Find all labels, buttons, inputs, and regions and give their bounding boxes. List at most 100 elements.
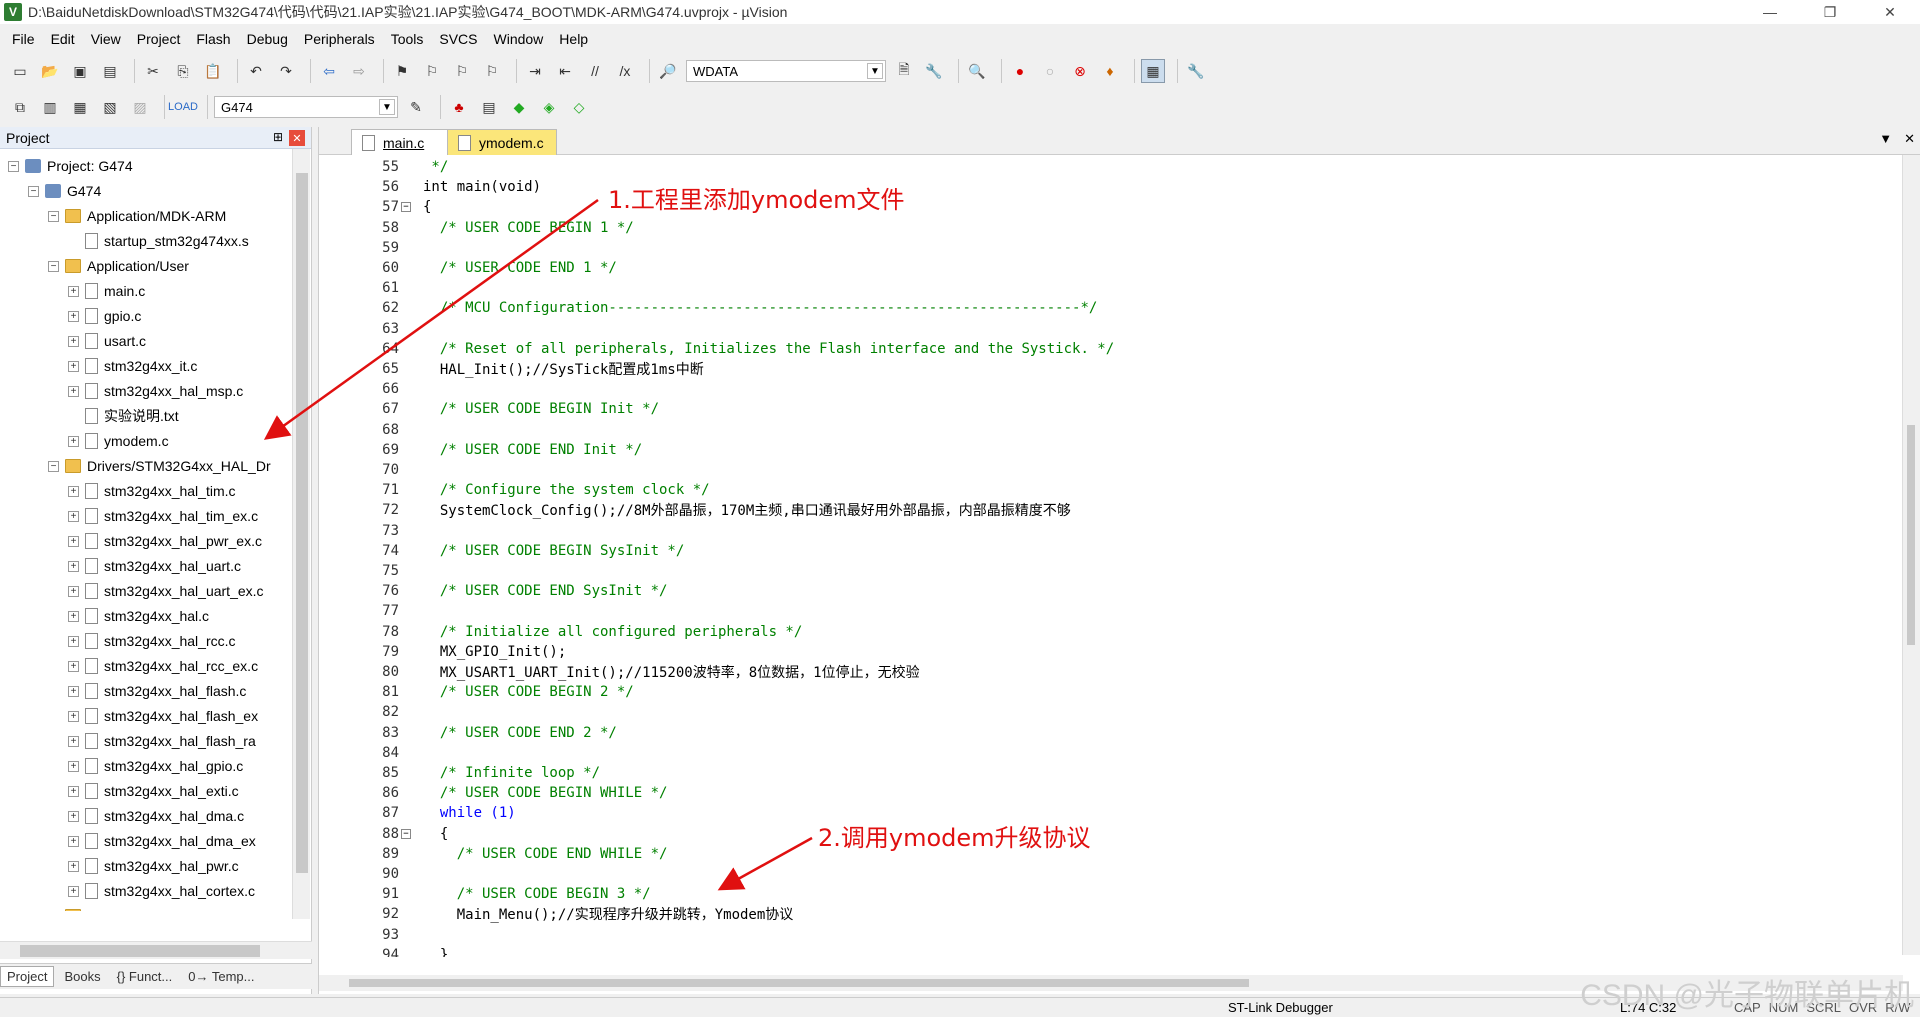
pin-icon[interactable]: ⊞ — [273, 130, 283, 144]
tab-books[interactable]: Books — [58, 967, 106, 986]
expand-icon[interactable]: + — [68, 435, 79, 447]
wrench-icon[interactable]: 🔧 — [1184, 59, 1208, 83]
tree-item[interactable]: + stm32g4xx_hal_uart_ex.c — [68, 580, 264, 602]
expand-icon[interactable]: + — [68, 860, 79, 872]
code-area[interactable]: 55 */56 int main(void) 57−{58 /* USER CODE… — [319, 157, 1920, 957]
pack-installer-icon[interactable]: ◆ — [507, 95, 531, 119]
tree-horizontal-scrollbar[interactable] — [0, 941, 312, 959]
menu-window[interactable]: Window — [488, 31, 554, 47]
expand-icon[interactable]: + — [68, 660, 79, 672]
bookmark-icon[interactable]: ⚑ — [390, 59, 414, 83]
expand-icon[interactable]: + — [68, 810, 79, 822]
tree-item[interactable]: − Drivers/CMSIS — [48, 905, 180, 911]
nav-back-icon[interactable]: ⇦ — [317, 59, 341, 83]
code-line[interactable]: 78 /* Initialize all configured peripher… — [319, 622, 1899, 642]
expand-icon[interactable]: + — [68, 535, 79, 547]
clear-bookmarks-icon[interactable]: ⚐ — [480, 59, 504, 83]
code-line[interactable]: 71 /* Configure the system clock */ — [319, 480, 1899, 500]
tree-item[interactable]: − Application/MDK-ARM — [48, 205, 226, 227]
new-file-icon[interactable]: ▭ — [8, 59, 32, 83]
expand-icon[interactable]: + — [68, 360, 79, 372]
close-window-button[interactable]: ✕ — [1860, 0, 1920, 24]
expand-icon[interactable]: + — [68, 560, 79, 572]
tree-item[interactable]: + ymodem.c — [68, 430, 169, 452]
tree-item[interactable]: + stm32g4xx_hal_flash_ra — [68, 730, 256, 752]
file-extensions-icon[interactable]: ▤ — [477, 95, 501, 119]
restore-button[interactable]: ❐ — [1800, 0, 1860, 24]
menu-edit[interactable]: Edit — [45, 31, 85, 47]
close-panel-icon[interactable]: ✕ — [289, 130, 305, 146]
find-icon[interactable]: 🔧 — [922, 59, 946, 83]
build-icon[interactable]: ▥ — [38, 95, 62, 119]
menu-help[interactable]: Help — [553, 31, 598, 47]
code-line[interactable]: 64 /* Reset of all peripherals, Initiali… — [319, 339, 1899, 359]
tab-functions[interactable]: {} Funct... — [111, 967, 179, 986]
code-line[interactable]: 73 — [319, 521, 1899, 541]
redo-icon[interactable]: ↷ — [274, 59, 298, 83]
tree-item[interactable]: + stm32g4xx_hal_flash.c — [68, 680, 246, 702]
code-line[interactable]: 62 /* MCU Configuration-----------------… — [319, 298, 1899, 318]
collapse-icon[interactable]: − — [28, 185, 39, 197]
code-line[interactable]: 91 /* USER CODE BEGIN 3 */ — [319, 884, 1899, 904]
code-line[interactable]: 66 — [319, 379, 1899, 399]
collapse-icon[interactable]: − — [48, 910, 59, 911]
expand-icon[interactable]: + — [68, 385, 79, 397]
collapse-icon[interactable]: − — [48, 210, 59, 222]
find-in-files-icon[interactable]: 🔎 — [656, 59, 680, 83]
menu-file[interactable]: File — [6, 31, 45, 47]
code-line[interactable]: 65 HAL_Init();//SysTick配置成1ms中断 — [319, 359, 1899, 379]
tree-item[interactable]: + stm32g4xx_hal_dma_ex — [68, 830, 256, 852]
expand-icon[interactable]: + — [68, 760, 79, 772]
next-bookmark-icon[interactable]: ⚐ — [450, 59, 474, 83]
editor-vertical-scrollbar[interactable] — [1902, 155, 1920, 955]
code-line[interactable]: 61 — [319, 278, 1899, 298]
tree-vertical-scrollbar[interactable] — [292, 149, 310, 919]
code-line[interactable]: 80 MX_USART1_UART_Init();//115200波特率，8位数… — [319, 662, 1899, 682]
cut-icon[interactable]: ✂ — [141, 59, 165, 83]
code-line[interactable]: 55 */ — [319, 157, 1899, 177]
expand-icon[interactable]: + — [68, 585, 79, 597]
tree-item[interactable]: + stm32g4xx_hal_dma.c — [68, 805, 244, 827]
indent-icon[interactable]: ⇥ — [523, 59, 547, 83]
code-line[interactable]: 63 — [319, 319, 1899, 339]
tree-item[interactable]: + main.c — [68, 280, 145, 302]
stop-build-icon[interactable]: ▨ — [128, 95, 152, 119]
expand-icon[interactable]: + — [68, 285, 79, 297]
code-line[interactable]: 57− { — [319, 197, 1899, 217]
tree-item[interactable]: − Project: G474 — [8, 155, 133, 177]
tree-item[interactable]: startup_stm32g474xx.s — [68, 230, 249, 252]
code-line[interactable]: 70 — [319, 460, 1899, 480]
expand-icon[interactable]: + — [68, 635, 79, 647]
expand-icon[interactable]: + — [68, 485, 79, 497]
code-line[interactable]: 89 /* USER CODE END WHILE */ — [319, 844, 1899, 864]
uncomment-icon[interactable]: /x — [613, 59, 637, 83]
close-tab-icon[interactable]: ✕ — [1904, 131, 1915, 147]
disable-breakpoint-icon[interactable]: ○ — [1038, 59, 1062, 83]
expand-icon[interactable]: + — [68, 835, 79, 847]
tab-project[interactable]: Project — [0, 966, 55, 987]
tree-item[interactable]: + stm32g4xx_hal_pwr_ex.c — [68, 530, 262, 552]
menu-project[interactable]: Project — [131, 31, 191, 47]
tree-item[interactable]: + stm32g4xx_hal_msp.c — [68, 380, 243, 402]
fold-icon[interactable]: − — [401, 828, 411, 839]
collapse-icon[interactable]: − — [8, 160, 19, 172]
code-line[interactable]: 67 /* USER CODE BEGIN Init */ — [319, 399, 1899, 419]
tree-item[interactable]: + stm32g4xx_hal_rcc_ex.c — [68, 655, 258, 677]
code-line[interactable]: 77 — [319, 601, 1899, 621]
configure-icon[interactable]: ♦ — [1098, 59, 1122, 83]
tree-item[interactable]: + stm32g4xx_hal_pwr.c — [68, 855, 239, 877]
menu-peripherals[interactable]: Peripherals — [298, 31, 385, 47]
minimize-button[interactable]: — — [1740, 0, 1800, 24]
incremental-find-icon[interactable]: 🗎 — [892, 59, 916, 83]
chevron-down-icon[interactable]: ▼ — [867, 63, 883, 79]
save-icon[interactable]: ▣ — [68, 59, 92, 83]
save-all-icon[interactable]: ▤ — [98, 59, 122, 83]
tree-item[interactable]: + usart.c — [68, 330, 146, 352]
tree-item[interactable]: − G474 — [28, 180, 101, 202]
undo-icon[interactable]: ↶ — [244, 59, 268, 83]
expand-icon[interactable]: + — [68, 310, 79, 322]
code-line[interactable]: 74 /* USER CODE BEGIN SysInit */ — [319, 541, 1899, 561]
tree-item[interactable]: + gpio.c — [68, 305, 141, 327]
code-line[interactable]: 58 /* USER CODE BEGIN 1 */ — [319, 218, 1899, 238]
code-line[interactable]: 79 MX_GPIO_Init(); — [319, 642, 1899, 662]
